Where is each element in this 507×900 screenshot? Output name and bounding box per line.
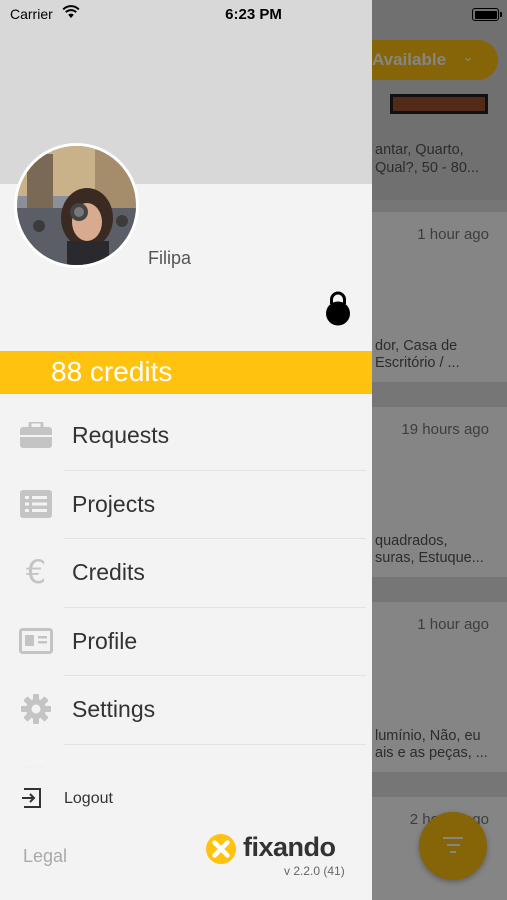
app-version: v 2.2.0 (41) [284, 864, 345, 878]
fixando-logo: fixando [205, 832, 355, 867]
menu-item-settings[interactable]: Settings [0, 676, 372, 745]
divider [64, 743, 366, 745]
menu-item-label: Credits [72, 559, 145, 585]
logout-label: Logout [64, 790, 113, 807]
navigation-drawer: Filipa 88 credits Requests Projects € Cr… [0, 0, 372, 900]
briefcase-icon [19, 420, 53, 450]
menu-item-label: Requests [72, 422, 170, 448]
euro-icon: € [25, 553, 47, 591]
credits-balance: 88 credits [51, 356, 173, 387]
menu-item-profile[interactable]: Profile [0, 608, 372, 676]
legal-link[interactable]: Legal [23, 846, 67, 867]
menu-item-label: Profile [72, 627, 138, 654]
menu-item-projects[interactable]: Projects [0, 471, 372, 539]
logout-icon [22, 788, 41, 808]
fixando-logo-mark [206, 834, 236, 864]
menu-item-requests[interactable]: Requests [0, 402, 372, 471]
status-bar: Carrier 6:23 PM [0, 0, 507, 28]
drawer-menu: Requests Projects € Credits Profile Sett… [0, 402, 372, 745]
list-icon [19, 489, 53, 519]
id-card-icon [19, 626, 53, 656]
lock-icon[interactable] [325, 290, 351, 326]
user-name: Filipa [148, 248, 192, 268]
battery-icon [472, 8, 499, 21]
avatar[interactable] [14, 143, 139, 268]
menu-fade [0, 748, 372, 778]
menu-item-label: Settings [72, 696, 156, 722]
menu-item-credits[interactable]: € Credits [0, 539, 372, 608]
battery-tip [500, 12, 502, 17]
gear-icon [19, 694, 53, 724]
logout-button[interactable]: Logout [0, 783, 220, 815]
avatar-photo [17, 146, 136, 265]
fixando-wordmark: fixando [243, 832, 336, 862]
credits-banner[interactable]: 88 credits [0, 351, 372, 394]
menu-item-label: Projects [72, 490, 156, 517]
status-time: 6:23 PM [225, 6, 282, 23]
